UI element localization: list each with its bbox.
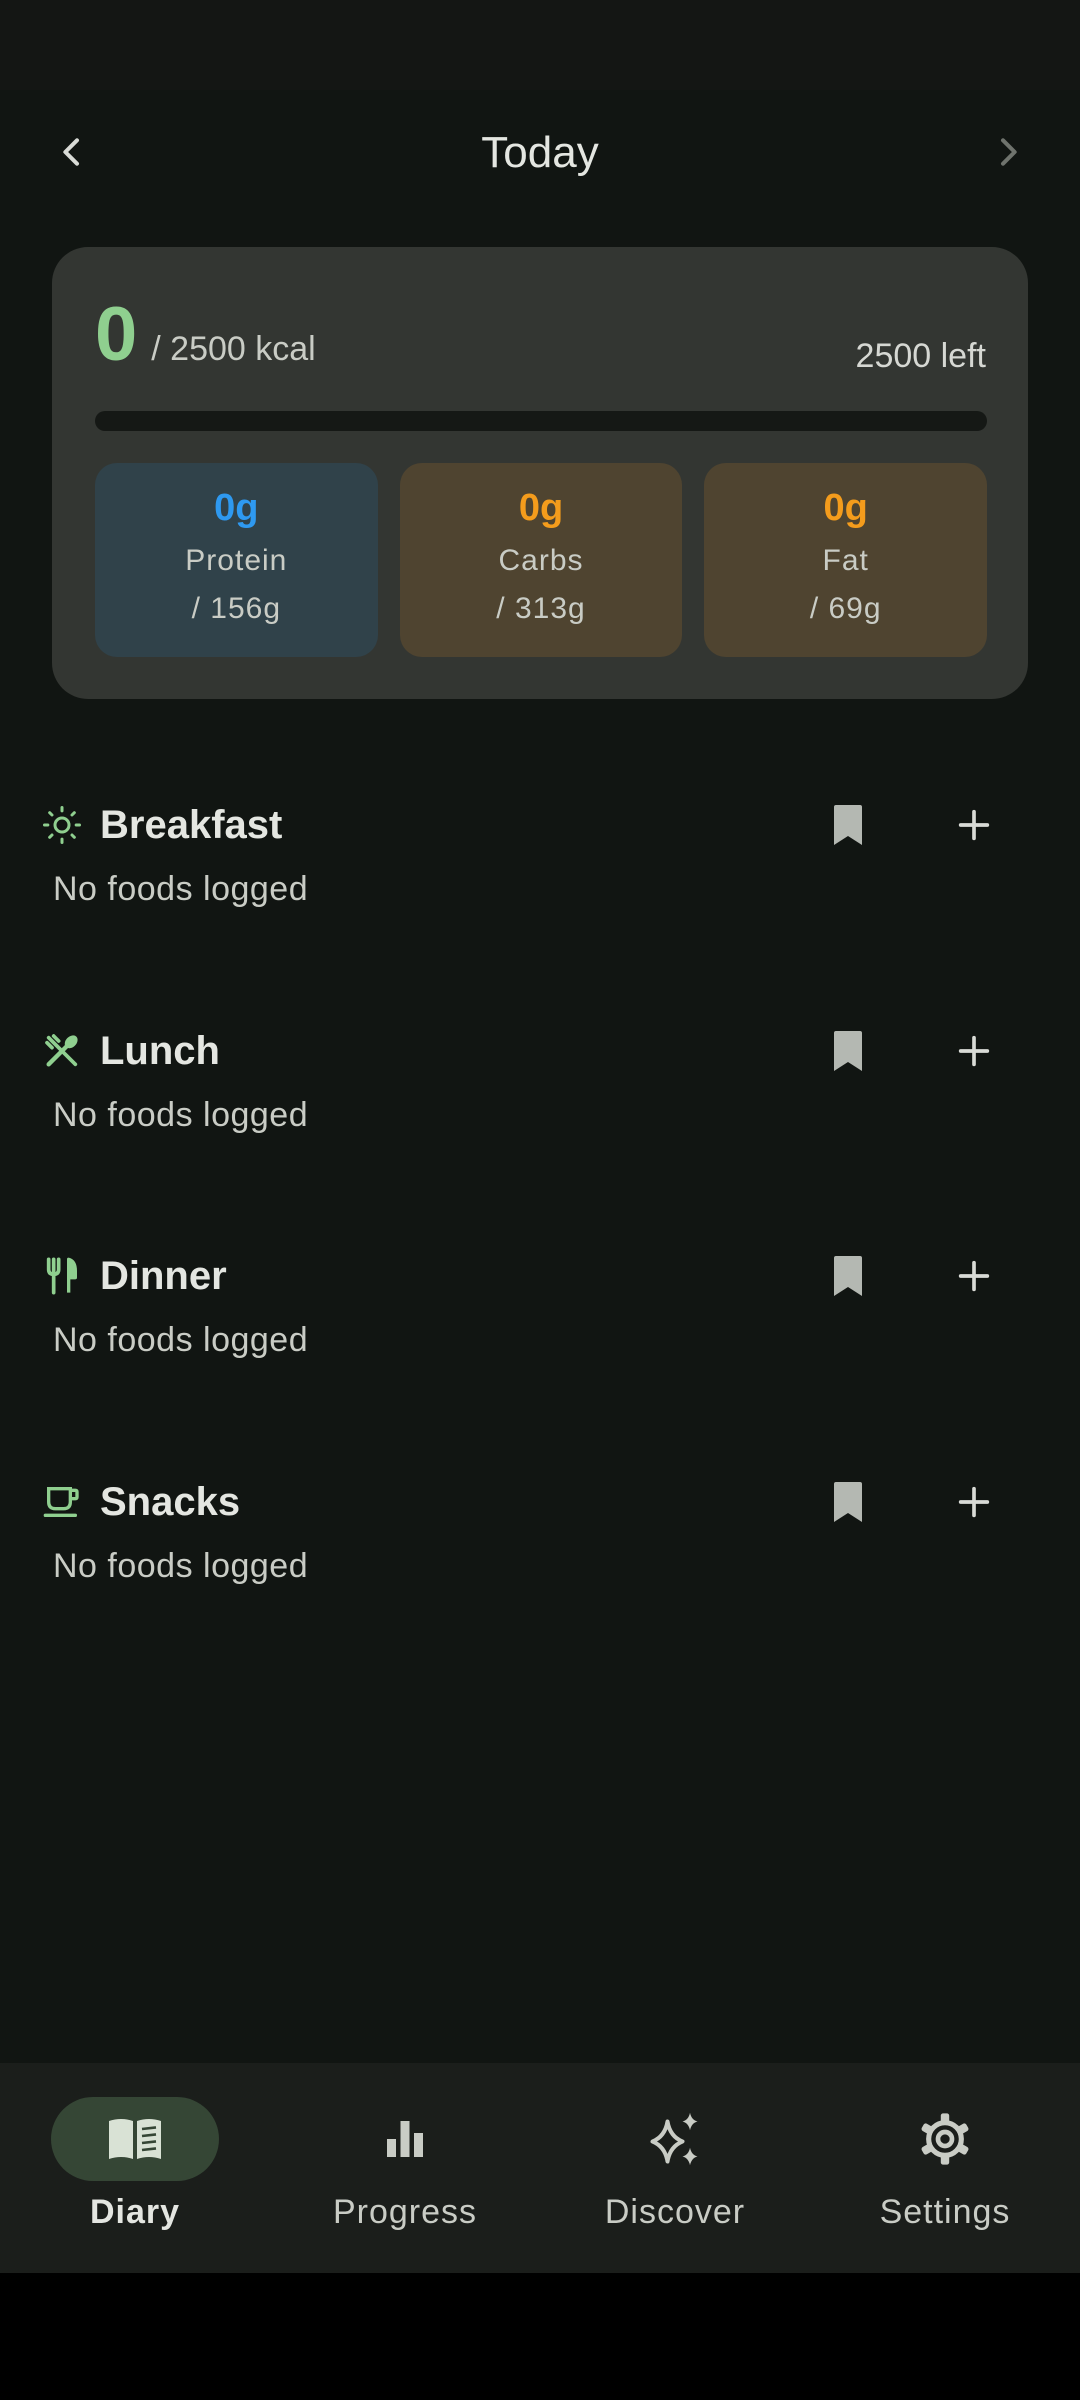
book-icon [109, 2119, 161, 2159]
calorie-progress-bar [95, 411, 987, 431]
nav-discover[interactable]: Discover [555, 2097, 795, 2247]
bookmark-icon [834, 1256, 862, 1296]
nav-label: Diary [89, 2193, 181, 2231]
nav-settings[interactable]: Settings [825, 2097, 1065, 2247]
macro-name: Fat [822, 544, 869, 577]
fork-spoon-icon [40, 1029, 84, 1073]
meal-title: Dinner [100, 1253, 227, 1298]
empty-state-text: No foods logged [53, 1321, 309, 1359]
bottom-navigation: Diary Progress Discover Settings [0, 2063, 1080, 2273]
nav-indicator [591, 2097, 759, 2181]
nav-label: Discover [604, 2193, 746, 2231]
nav-diary[interactable]: Diary [15, 2097, 255, 2247]
plus-icon [958, 809, 990, 841]
macro-tiles: 0g Protein / 156g 0g Carbs / 313g 0g Fat… [95, 463, 988, 657]
bar-chart-icon [387, 2121, 423, 2157]
macro-value: 0g [214, 487, 259, 529]
bookmark-icon [834, 1482, 862, 1522]
gear-icon [921, 2113, 969, 2165]
saved-meals-button[interactable] [808, 1246, 888, 1306]
sparkles-icon [650, 2112, 698, 2166]
macro-value: 0g [823, 487, 868, 529]
macro-tile-protein: 0g Protein / 156g [95, 463, 378, 657]
nav-progress[interactable]: Progress [285, 2097, 525, 2247]
bookmark-icon [834, 1031, 862, 1071]
system-navigation-bar [0, 2273, 1080, 2400]
macro-value: 0g [518, 487, 564, 529]
meal-title: Snacks [100, 1479, 241, 1524]
plus-icon [958, 1260, 990, 1292]
next-day-button[interactable] [968, 112, 1048, 192]
calories-left: 2500 left [855, 337, 986, 375]
meal-section-dinner: Dinner No foods logged [0, 1236, 1080, 1436]
calorie-summary-card: 0 / 2500 kcal 2500 left 0g Protein / 156… [52, 247, 1028, 699]
sun-icon [40, 803, 84, 847]
meal-section-breakfast: Breakfast No foods logged [0, 785, 1080, 985]
macro-target: / 313g [496, 592, 586, 625]
nav-indicator [861, 2097, 1029, 2181]
add-food-button[interactable] [934, 795, 1014, 855]
meal-title: Lunch [100, 1028, 220, 1073]
chevron-right-icon [1001, 138, 1017, 166]
macro-target: / 156g [191, 592, 282, 625]
app-bar: Today [0, 90, 1080, 215]
empty-state-text: No foods logged [53, 870, 309, 908]
cup-icon [40, 1480, 84, 1524]
plus-icon [958, 1486, 990, 1518]
macro-tile-carbs: 0g Carbs / 313g [399, 463, 683, 657]
nav-indicator [321, 2097, 489, 2181]
page-title: Today [481, 127, 599, 177]
calorie-count: 0 / 2500 kcal [95, 297, 316, 373]
add-food-button[interactable] [934, 1246, 1014, 1306]
nav-indicator [51, 2097, 219, 2181]
nav-label: Settings [879, 2193, 1011, 2231]
saved-meals-button[interactable] [808, 795, 888, 855]
add-food-button[interactable] [934, 1021, 1014, 1081]
meal-section-lunch: Lunch No foods logged [0, 1011, 1080, 1211]
calories-consumed: 0 [95, 292, 138, 377]
meal-section-snacks: Snacks No foods logged [0, 1462, 1080, 1662]
calories-target: / 2500 kcal [151, 330, 316, 368]
add-food-button[interactable] [934, 1472, 1014, 1532]
macro-name: Protein [185, 544, 288, 577]
meal-title: Breakfast [100, 802, 283, 847]
saved-meals-button[interactable] [808, 1472, 888, 1532]
fork-knife-icon [40, 1254, 84, 1298]
nav-label: Progress [332, 2193, 478, 2231]
macro-name: Carbs [498, 544, 584, 577]
bookmark-icon [834, 805, 862, 845]
macro-tile-fat: 0g Fat / 69g [704, 463, 988, 657]
status-bar [0, 0, 1080, 90]
plus-icon [958, 1035, 990, 1067]
macro-target: / 69g [809, 592, 882, 625]
empty-state-text: No foods logged [53, 1096, 309, 1134]
saved-meals-button[interactable] [808, 1021, 888, 1081]
empty-state-text: No foods logged [53, 1547, 309, 1585]
